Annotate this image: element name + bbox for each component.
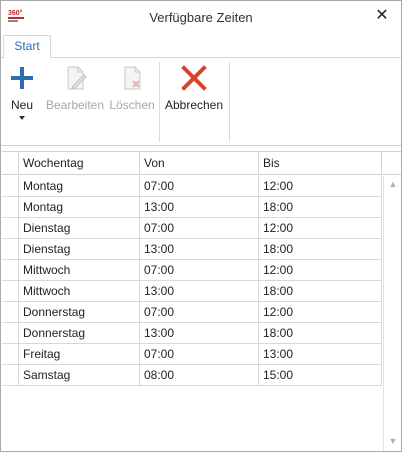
table-row[interactable]: Freitag 07:00 13:00 bbox=[2, 344, 382, 365]
chevron-down-icon[interactable] bbox=[19, 116, 25, 120]
cell-wochentag[interactable]: Samstag bbox=[19, 365, 140, 385]
table-row[interactable]: Donnerstag 07:00 12:00 bbox=[2, 302, 382, 323]
ribbon-separator bbox=[229, 62, 230, 142]
cell-wochentag[interactable]: Montag bbox=[19, 176, 140, 196]
table-row[interactable]: Dienstag 13:00 18:00 bbox=[2, 239, 382, 260]
cell-bis[interactable]: 18:00 bbox=[259, 239, 382, 259]
cell-bis[interactable]: 18:00 bbox=[259, 281, 382, 301]
cell-wochentag[interactable]: Donnerstag bbox=[19, 302, 140, 322]
cell-von[interactable]: 13:00 bbox=[140, 281, 259, 301]
plus-icon bbox=[11, 67, 33, 89]
table-row[interactable]: Dienstag 07:00 12:00 bbox=[2, 218, 382, 239]
cell-bis[interactable]: 12:00 bbox=[259, 218, 382, 238]
row-indicator-header bbox=[2, 152, 19, 174]
row-indicator[interactable] bbox=[2, 323, 19, 343]
column-header-von[interactable]: Von bbox=[140, 152, 259, 174]
vertical-scrollbar[interactable]: ▲ ▼ bbox=[383, 176, 401, 451]
cell-von[interactable]: 13:00 bbox=[140, 197, 259, 217]
row-indicator[interactable] bbox=[2, 344, 19, 364]
cell-bis[interactable]: 18:00 bbox=[259, 197, 382, 217]
close-button[interactable]: ✕ bbox=[371, 5, 393, 27]
delete-button[interactable]: Löschen bbox=[107, 62, 157, 112]
row-indicator[interactable] bbox=[2, 281, 19, 301]
cell-bis[interactable]: 18:00 bbox=[259, 323, 382, 343]
cell-von[interactable]: 13:00 bbox=[140, 323, 259, 343]
table-row[interactable]: Mittwoch 13:00 18:00 bbox=[2, 281, 382, 302]
cell-bis[interactable]: 12:00 bbox=[259, 176, 382, 196]
window-title: Verfügbare Zeiten bbox=[149, 10, 253, 25]
table-row[interactable]: Samstag 08:00 15:00 bbox=[2, 365, 382, 386]
row-indicator[interactable] bbox=[2, 197, 19, 217]
title-bar: 360° Verfügbare Zeiten ✕ bbox=[1, 1, 401, 33]
cell-von[interactable]: 07:00 bbox=[140, 344, 259, 364]
cell-bis[interactable]: 12:00 bbox=[259, 260, 382, 280]
edit-button[interactable]: Bearbeiten bbox=[45, 62, 105, 112]
cell-wochentag[interactable]: Mittwoch bbox=[19, 281, 140, 301]
tab-start[interactable]: Start bbox=[3, 35, 51, 59]
row-indicator[interactable] bbox=[2, 302, 19, 322]
cancel-button-label: Abbrechen bbox=[164, 98, 224, 112]
cancel-button[interactable]: Abbrechen bbox=[163, 62, 225, 112]
cell-wochentag[interactable]: Mittwoch bbox=[19, 260, 140, 280]
times-grid: Wochentag Von Bis Montag 07:00 12:00 Montag… bbox=[2, 151, 401, 451]
cell-wochentag[interactable]: Donnerstag bbox=[19, 323, 140, 343]
edit-document-icon bbox=[67, 66, 87, 90]
table-row[interactable]: Montag 13:00 18:00 bbox=[2, 197, 382, 218]
new-button-label: Neu bbox=[10, 98, 33, 112]
ribbon-tabstrip: Start bbox=[1, 33, 401, 59]
table-row[interactable]: Montag 07:00 12:00 bbox=[2, 176, 382, 197]
cell-bis[interactable]: 15:00 bbox=[259, 365, 382, 385]
dialog-window: 360° Verfügbare Zeiten ✕ Start Neu Bearb… bbox=[0, 0, 402, 452]
row-indicator[interactable] bbox=[2, 239, 19, 259]
cell-von[interactable]: 07:00 bbox=[140, 260, 259, 280]
cell-von[interactable]: 07:00 bbox=[140, 176, 259, 196]
table-row[interactable]: Donnerstag 13:00 18:00 bbox=[2, 323, 382, 344]
cell-wochentag[interactable]: Freitag bbox=[19, 344, 140, 364]
cell-von[interactable]: 08:00 bbox=[140, 365, 259, 385]
row-indicator[interactable] bbox=[2, 260, 19, 280]
new-button[interactable]: Neu bbox=[5, 62, 39, 120]
delete-button-label: Löschen bbox=[109, 98, 155, 112]
cell-wochentag[interactable]: Montag bbox=[19, 197, 140, 217]
edit-button-label: Bearbeiten bbox=[45, 98, 105, 112]
cancel-x-icon bbox=[181, 65, 207, 91]
delete-document-icon bbox=[124, 66, 141, 90]
cell-von[interactable]: 07:00 bbox=[140, 302, 259, 322]
cell-bis[interactable]: 12:00 bbox=[259, 302, 382, 322]
row-indicator[interactable] bbox=[2, 176, 19, 196]
scroll-down-icon[interactable]: ▼ bbox=[388, 437, 398, 446]
cell-wochentag[interactable]: Dienstag bbox=[19, 239, 140, 259]
cell-von[interactable]: 13:00 bbox=[140, 239, 259, 259]
row-indicator[interactable] bbox=[2, 218, 19, 238]
ribbon-toolbar: Neu Bearbeiten Löschen Abbrechen bbox=[1, 58, 401, 146]
cell-von[interactable]: 07:00 bbox=[140, 218, 259, 238]
table-row[interactable]: Mittwoch 07:00 12:00 bbox=[2, 260, 382, 281]
cell-wochentag[interactable]: Dienstag bbox=[19, 218, 140, 238]
ribbon-separator bbox=[159, 62, 160, 142]
row-indicator[interactable] bbox=[2, 365, 19, 385]
scroll-up-icon[interactable]: ▲ bbox=[388, 180, 398, 189]
grid-header: Wochentag Von Bis bbox=[2, 151, 401, 175]
cell-bis[interactable]: 13:00 bbox=[259, 344, 382, 364]
column-header-bis[interactable]: Bis bbox=[259, 152, 382, 174]
column-header-wochentag[interactable]: Wochentag bbox=[19, 152, 140, 174]
